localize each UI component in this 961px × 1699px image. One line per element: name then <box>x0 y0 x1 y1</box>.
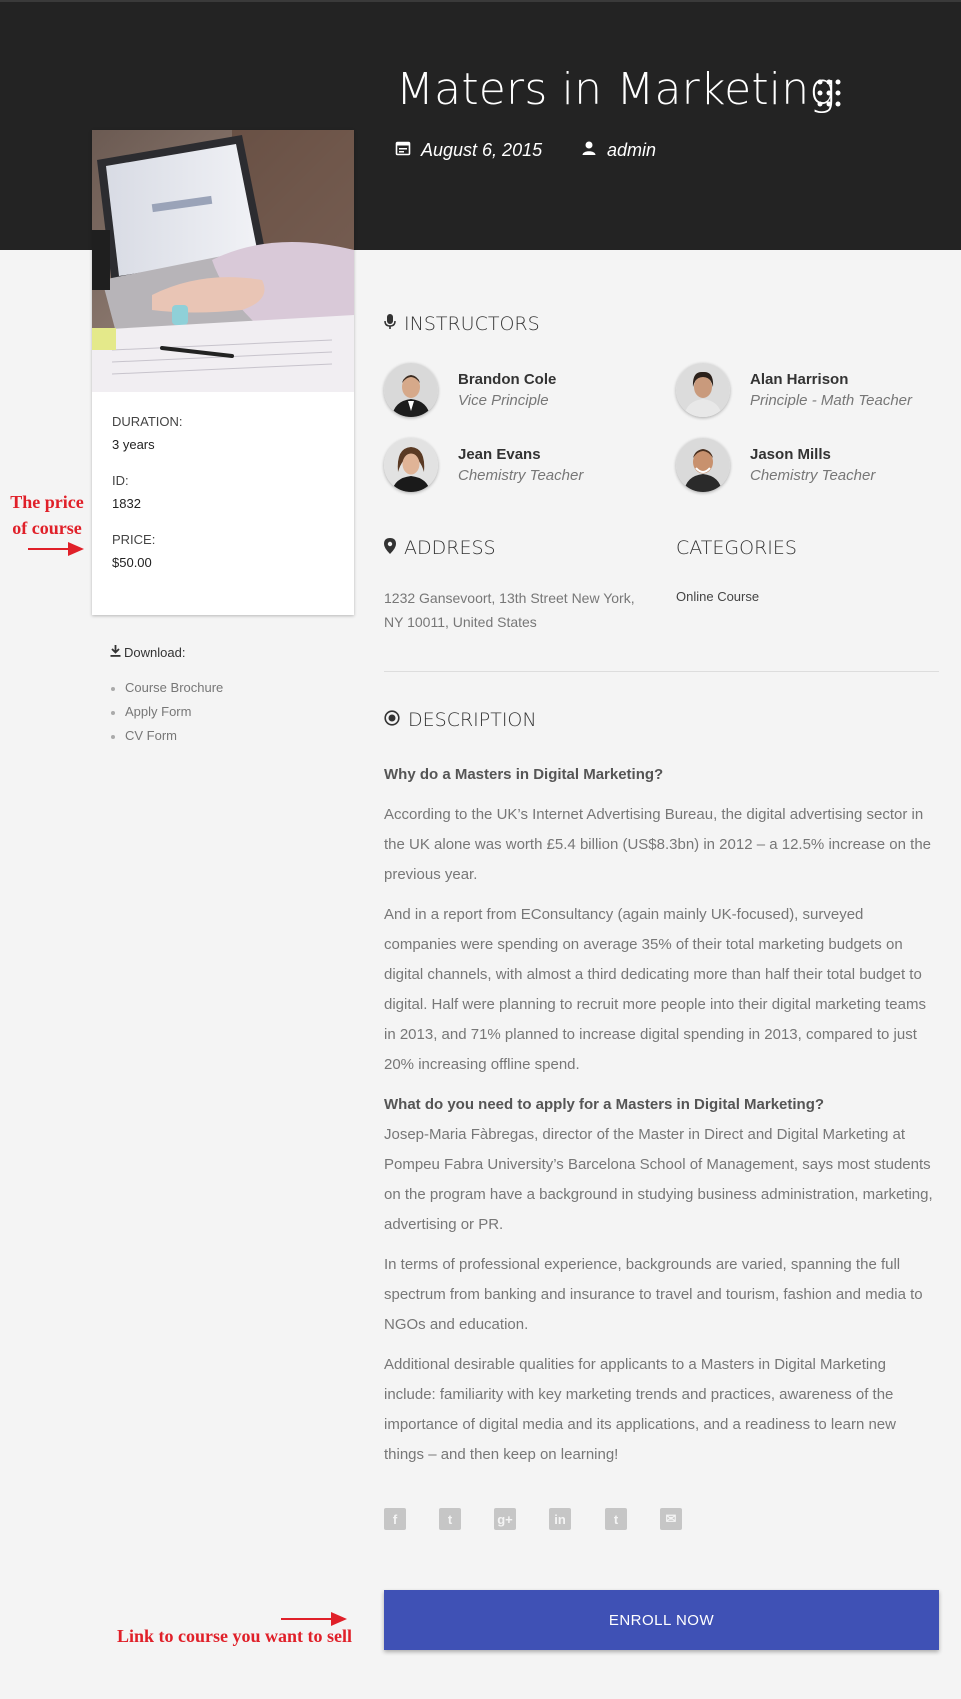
avatar <box>384 438 438 492</box>
instructor-name: Alan Harrison <box>750 371 849 388</box>
radio-dot-icon <box>384 709 400 731</box>
description-paragraph: In terms of professional experience, bac… <box>384 1256 923 1333</box>
arrow-right-icon <box>28 540 84 563</box>
instructors-heading: INSTRUCTORS <box>384 313 540 335</box>
date-text: August 6, 2015 <box>421 140 543 160</box>
download-icon <box>110 645 121 660</box>
description-paragraph: Josep-Maria Fàbregas, director of the Ma… <box>384 1126 933 1233</box>
instructor-role: Principle - Math Teacher <box>750 392 913 409</box>
instructor-name: Jean Evans <box>458 446 541 463</box>
instructor-role: Chemistry Teacher <box>750 467 876 484</box>
address-text: 1232 Gansevoort, 13th Street New York, N… <box>384 590 635 630</box>
calendar-icon <box>395 140 411 161</box>
id-value: 1832 <box>112 496 141 511</box>
course-image <box>92 130 354 392</box>
description-body: Why do a Masters in Digital Marketing? A… <box>384 760 940 1480</box>
description-question: What do you need to apply for a Masters … <box>384 1096 825 1113</box>
tumblr-icon[interactable]: t <box>605 1508 627 1530</box>
price-annotation-line: The price <box>10 492 84 512</box>
duration-value: 3 years <box>112 437 155 452</box>
twitter-icon[interactable]: t <box>439 1508 461 1530</box>
address-title: ADDRESS <box>404 537 496 559</box>
description-paragraph: According to the UK’s Internet Advertisi… <box>384 806 932 883</box>
description-title: DESCRIPTION <box>408 709 537 731</box>
course-facts: DURATION: 3 years ID: 1832 PRICE: $50.00 <box>112 414 332 591</box>
post-author[interactable]: admin <box>581 140 656 161</box>
avatar <box>676 363 730 417</box>
download-list: Course Brochure Apply Form CV Form <box>110 680 223 752</box>
instructor-role: Vice Principle <box>458 392 549 409</box>
price-label: PRICE: <box>112 532 156 547</box>
description-heading: DESCRIPTION <box>384 709 537 731</box>
avatar <box>676 438 730 492</box>
download-item-course-brochure[interactable]: Course Brochure <box>110 680 223 704</box>
description-paragraph: Additional desirable qualities for appli… <box>384 1356 896 1463</box>
google-plus-icon[interactable]: g+ <box>494 1508 516 1530</box>
category-link[interactable]: Online Course <box>676 589 759 604</box>
categories-heading: CATEGORIES <box>676 537 797 559</box>
instructor-card[interactable]: Alan Harrison Principle - Math Teacher <box>676 363 912 417</box>
instructor-card[interactable]: Jason Mills Chemistry Teacher <box>676 438 875 492</box>
id-label: ID: <box>112 473 129 488</box>
course-info-card: DURATION: 3 years ID: 1832 PRICE: $50.00 <box>92 130 354 615</box>
price-annotation-line: of course <box>12 518 82 538</box>
download-item-apply-form[interactable]: Apply Form <box>110 704 223 728</box>
categories-title: CATEGORIES <box>676 537 797 559</box>
price-annotation: The price of course <box>2 489 92 541</box>
enroll-now-button[interactable]: ENROLL NOW <box>384 1590 939 1650</box>
instructor-card[interactable]: Brandon Cole Vice Principle <box>384 363 556 417</box>
user-icon <box>581 140 597 161</box>
avatar <box>384 363 438 417</box>
microphone-icon <box>384 313 396 335</box>
email-icon[interactable]: ✉ <box>660 1508 682 1530</box>
facebook-icon[interactable]: f <box>384 1508 406 1530</box>
section-divider <box>384 671 939 672</box>
post-date: August 6, 2015 <box>395 140 542 161</box>
link-annotation: Link to course you want to sell <box>117 1626 353 1646</box>
download-heading: Download: <box>110 645 185 660</box>
instructor-name: Brandon Cole <box>458 371 557 388</box>
linkedin-icon[interactable]: in <box>549 1508 571 1530</box>
download-label: Download: <box>124 645 186 660</box>
grid-menu-icon[interactable] <box>816 76 850 112</box>
address-heading: ADDRESS <box>384 537 496 559</box>
map-marker-icon <box>384 537 396 559</box>
instructor-name: Jason Mills <box>750 446 831 463</box>
course-title: Maters in Marketing <box>396 64 836 115</box>
instructors-title: INSTRUCTORS <box>404 313 540 335</box>
instructor-role: Chemistry Teacher <box>458 467 584 484</box>
description-question: Why do a Masters in Digital Marketing? <box>384 766 664 783</box>
download-item-cv-form[interactable]: CV Form <box>110 728 223 752</box>
price-value: $50.00 <box>112 555 152 570</box>
author-text: admin <box>607 140 657 160</box>
instructor-card[interactable]: Jean Evans Chemistry Teacher <box>384 438 583 492</box>
description-paragraph: And in a report from EConsultancy (again… <box>384 906 926 1073</box>
duration-label: DURATION: <box>112 414 183 429</box>
